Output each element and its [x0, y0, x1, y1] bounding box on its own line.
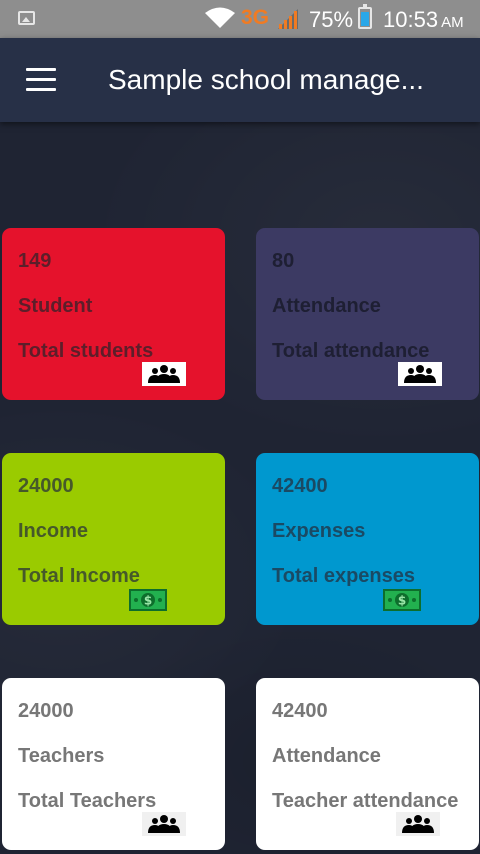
card-title: Student — [18, 295, 93, 317]
network-type: 3G — [241, 6, 270, 29]
card-value: 24000 — [18, 700, 74, 722]
hamburger-menu-icon[interactable] — [26, 68, 56, 92]
wifi-icon — [205, 7, 235, 28]
signal-icon — [278, 9, 298, 29]
card-subtitle: Teacher attendance — [272, 790, 459, 812]
card-value: 24000 — [18, 475, 74, 497]
gallery-icon — [18, 11, 35, 25]
card-subtitle: Total students — [18, 340, 154, 362]
card-value: 80 — [272, 250, 295, 272]
card-title: Attendance — [272, 295, 381, 317]
card-title: Teachers — [18, 745, 105, 767]
battery-percent: 75% — [309, 7, 354, 32]
status-bar: 3G 75% 10:53 AM — [0, 0, 480, 38]
people-icon — [142, 362, 186, 386]
money-icon: $ — [383, 589, 421, 611]
svg-text:$: $ — [398, 594, 406, 608]
people-icon — [398, 362, 442, 386]
battery-icon — [358, 4, 372, 29]
page-title: Sample school manage... — [108, 64, 424, 95]
card-subtitle: Total Income — [18, 565, 140, 587]
card-title: Attendance — [272, 745, 381, 767]
expenses-card[interactable]: 42400 Expenses Total expenses $ — [256, 453, 479, 625]
students-card[interactable]: 149 Student Total students — [2, 228, 225, 400]
card-title: Expenses — [272, 520, 366, 542]
svg-text:$: $ — [144, 594, 152, 608]
card-subtitle: Total expenses — [272, 565, 416, 587]
card-subtitle: Total Teachers — [18, 790, 157, 812]
clock-ampm: AM — [441, 14, 464, 31]
income-card[interactable]: 24000 Income Total Income $ — [2, 453, 225, 625]
clock: 10:53 AM — [383, 7, 464, 33]
app-bar: Sample school manage... — [0, 38, 480, 122]
money-icon: $ — [129, 589, 167, 611]
card-title: Income — [18, 520, 89, 542]
teacher-attendance-card[interactable]: 42400 Attendance Teacher attendance — [256, 678, 479, 850]
people-icon — [142, 812, 186, 836]
clock-time: 10:53 — [383, 7, 439, 32]
card-value: 42400 — [272, 700, 328, 722]
card-subtitle: Total attendance — [272, 340, 430, 362]
attendance-card[interactable]: 80 Attendance Total attendance — [256, 228, 479, 400]
card-value: 149 — [18, 250, 52, 272]
card-value: 42400 — [272, 475, 328, 497]
people-icon — [396, 812, 440, 836]
teachers-card[interactable]: 24000 Teachers Total Teachers — [2, 678, 225, 850]
